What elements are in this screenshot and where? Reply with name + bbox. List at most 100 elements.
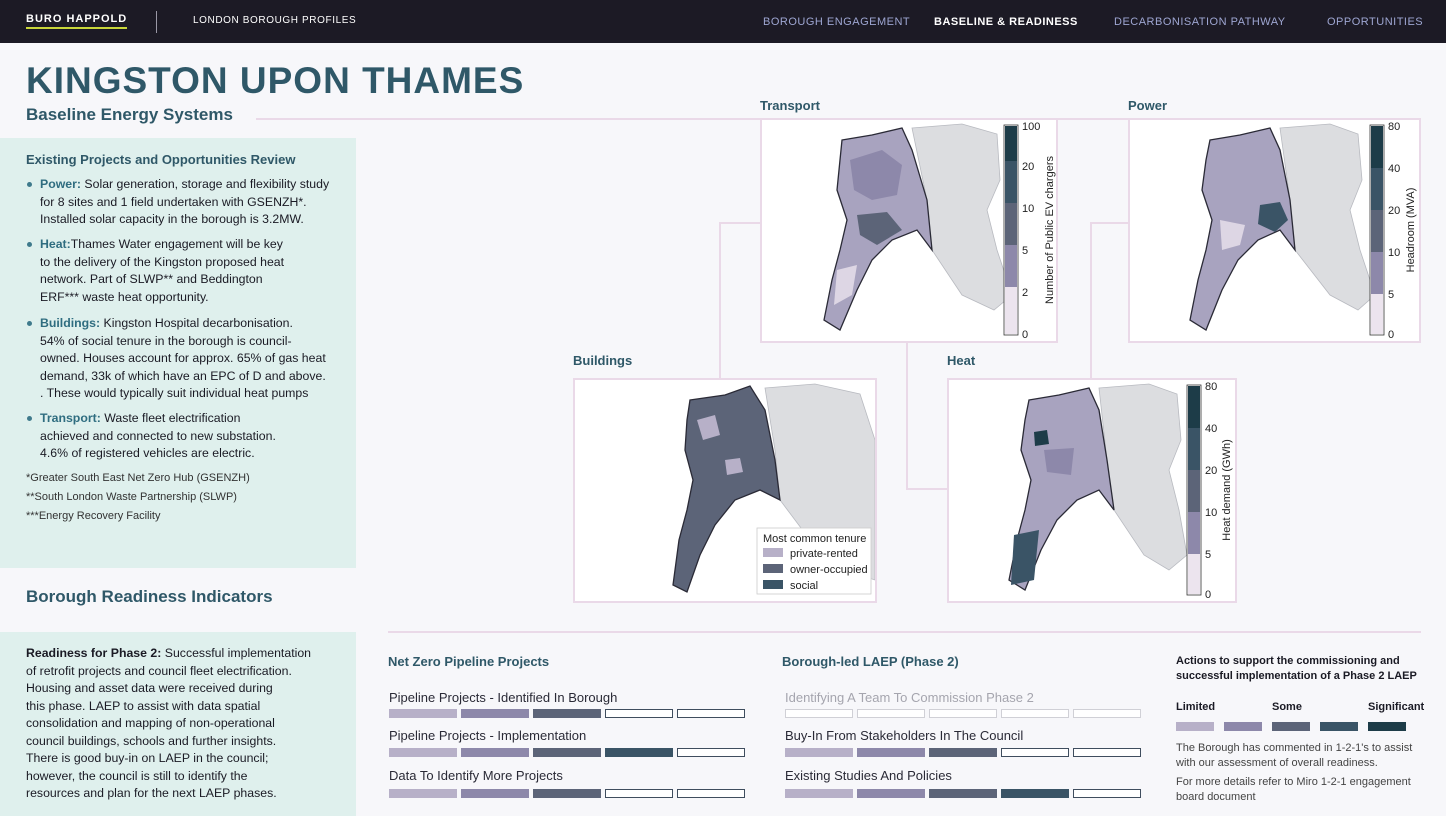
- pipeline-heading: Net Zero Pipeline Projects: [388, 654, 550, 669]
- map-label-transport: Transport: [760, 98, 820, 113]
- section-divider: [388, 631, 1421, 633]
- laep-heading: Borough-led LAEP (Phase 2): [782, 654, 959, 669]
- colorbar-tick: 40: [1205, 423, 1217, 435]
- rating-segment: [929, 709, 997, 718]
- legend-entry: social: [790, 580, 818, 592]
- rating-segment: [1001, 789, 1069, 798]
- colorbar-tick: 10: [1022, 203, 1034, 215]
- colorbar-tick: 5: [1205, 549, 1211, 561]
- rating-segment: [533, 748, 601, 757]
- rating-segment: [1073, 709, 1141, 718]
- colorbar-tick: 20: [1388, 205, 1400, 217]
- colorbar-tick: 20: [1022, 161, 1034, 173]
- colorbar-tick: 0: [1388, 329, 1394, 341]
- rating-segment: [461, 789, 529, 798]
- colorbar-tick: 40: [1388, 163, 1400, 175]
- footnote: ***Energy Recovery Facility: [26, 510, 161, 522]
- bullet-transport: Transport: Waste fleet electrification ac…: [26, 410, 276, 463]
- colorbar-label: Number of Public EV chargers: [1044, 156, 1056, 304]
- map-label-buildings: Buildings: [573, 353, 633, 368]
- rating-segment: [785, 748, 853, 757]
- rating-segment: [461, 748, 529, 757]
- colorbar-tick: 5: [1388, 289, 1394, 301]
- rating-segment: [461, 709, 529, 718]
- rating-segment: [1073, 748, 1141, 757]
- footnote: *Greater South East Net Zero Hub (GSENZH…: [26, 472, 250, 484]
- connector-line: [1090, 222, 1092, 380]
- heat-map[interactable]: 80 40 20 10 5 0 Heat demand (GWh): [947, 378, 1237, 603]
- rating-segment: [857, 709, 925, 718]
- page-title: KINGSTON UPON THAMES: [26, 60, 525, 101]
- level-label-significant: Significant: [1368, 701, 1425, 713]
- level-label-limited: Limited: [1176, 701, 1216, 713]
- readiness-heading: Borough Readiness Indicators: [26, 587, 273, 606]
- power-map[interactable]: 80 40 20 10 5 0 Headroom (MVA): [1128, 118, 1421, 343]
- legend-entry: private-rented: [790, 548, 858, 560]
- colorbar-label: Headroom (MVA): [1405, 188, 1417, 273]
- colorbar-tick: 10: [1205, 507, 1217, 519]
- actions-heading: Actions to support the commissioning and…: [1176, 655, 1417, 682]
- laep-row-label: Identifying A Team To Commission Phase 2: [785, 690, 1034, 705]
- nav-baseline-readiness[interactable]: BASELINE & READINESS: [934, 16, 1078, 28]
- map-label-heat: Heat: [947, 353, 976, 368]
- nav-decarbonisation-pathway[interactable]: DECARBONISATION PATHWAY: [1114, 16, 1286, 28]
- brand-divider: [156, 11, 157, 33]
- colorbar-tick: 0: [1022, 329, 1028, 341]
- rating-segment: [785, 789, 853, 798]
- section-title: Baseline Energy Systems: [26, 105, 233, 124]
- rating-segment: [929, 748, 997, 757]
- rating-segment: [677, 709, 745, 718]
- nav-borough-engagement[interactable]: BOROUGH ENGAGEMENT: [763, 16, 910, 28]
- brand-logo[interactable]: BURO HAPPOLD: [26, 13, 128, 29]
- rating-segment: [857, 748, 925, 757]
- rating-segment: [677, 789, 745, 798]
- laep-row-label: Existing Studies And Policies: [785, 768, 952, 783]
- level-label-some: Some: [1272, 701, 1302, 713]
- laep-row-label: Buy-In From Stakeholders In The Council: [785, 728, 1024, 743]
- colorbar-label: Heat demand (GWh): [1221, 439, 1233, 540]
- readiness-text: Readiness for Phase 2: Successful implem…: [26, 646, 312, 800]
- colorbar-tick: 80: [1388, 121, 1400, 133]
- projects-panel: Existing Projects and Opportunities Revi…: [0, 138, 356, 568]
- rating-segment: [389, 789, 457, 798]
- rating-segment: [605, 748, 673, 757]
- bullet-heat: Heat:Thames Water engagement will be key…: [26, 236, 284, 306]
- rating-segment: [1001, 748, 1069, 757]
- colorbar-tick: 10: [1388, 247, 1400, 259]
- colorbar-tick: 5: [1022, 245, 1028, 257]
- level-swatch: [1176, 722, 1214, 731]
- connector-line: [1090, 222, 1130, 224]
- rating-segment: [785, 709, 853, 718]
- rating-segment: [533, 709, 601, 718]
- nav-opportunities[interactable]: OPPORTUNITIES: [1327, 16, 1423, 28]
- rating-segment: [533, 789, 601, 798]
- rating-segment: [677, 748, 745, 757]
- actions-note: For more details refer to Miro 1-2-1 eng…: [1176, 776, 1411, 803]
- colorbar-tick: 20: [1205, 465, 1217, 477]
- map-label-power: Power: [1128, 98, 1168, 113]
- connector-line: [906, 342, 908, 490]
- colorbar-tick: 80: [1205, 381, 1217, 393]
- rating-segment: [605, 789, 673, 798]
- buildings-map[interactable]: Most common tenure private-rented owner-…: [573, 378, 877, 603]
- rating-segment: [1001, 709, 1069, 718]
- colorbar-tick: 2: [1022, 287, 1028, 299]
- level-swatch: [1320, 722, 1358, 731]
- bullet-power: Power: Solar generation, storage and fle…: [26, 176, 329, 229]
- level-swatch: [1368, 722, 1406, 731]
- rating-segment: [389, 748, 457, 757]
- readiness-panel: Readiness for Phase 2: Successful implem…: [0, 632, 356, 816]
- top-navigation-bar: BURO HAPPOLD LONDON BOROUGH PROFILES BOR…: [0, 0, 1446, 43]
- pipeline-row-label: Pipeline Projects - Identified In Boroug…: [389, 690, 618, 705]
- colorbar-tick: 0: [1205, 589, 1211, 601]
- level-swatch: [1272, 722, 1310, 731]
- pipeline-row-label: Data To Identify More Projects: [389, 768, 563, 783]
- site-subtitle: LONDON BOROUGH PROFILES: [193, 15, 357, 26]
- rating-segment: [605, 709, 673, 718]
- footnote: **South London Waste Partnership (SLWP): [26, 491, 237, 503]
- rating-segment: [929, 789, 997, 798]
- transport-map[interactable]: 100 20 10 5 2 0 Number of Public EV char…: [760, 118, 1058, 343]
- connector-line: [906, 488, 948, 490]
- legend-title: Most common tenure: [763, 533, 866, 545]
- rating-segment: [857, 789, 925, 798]
